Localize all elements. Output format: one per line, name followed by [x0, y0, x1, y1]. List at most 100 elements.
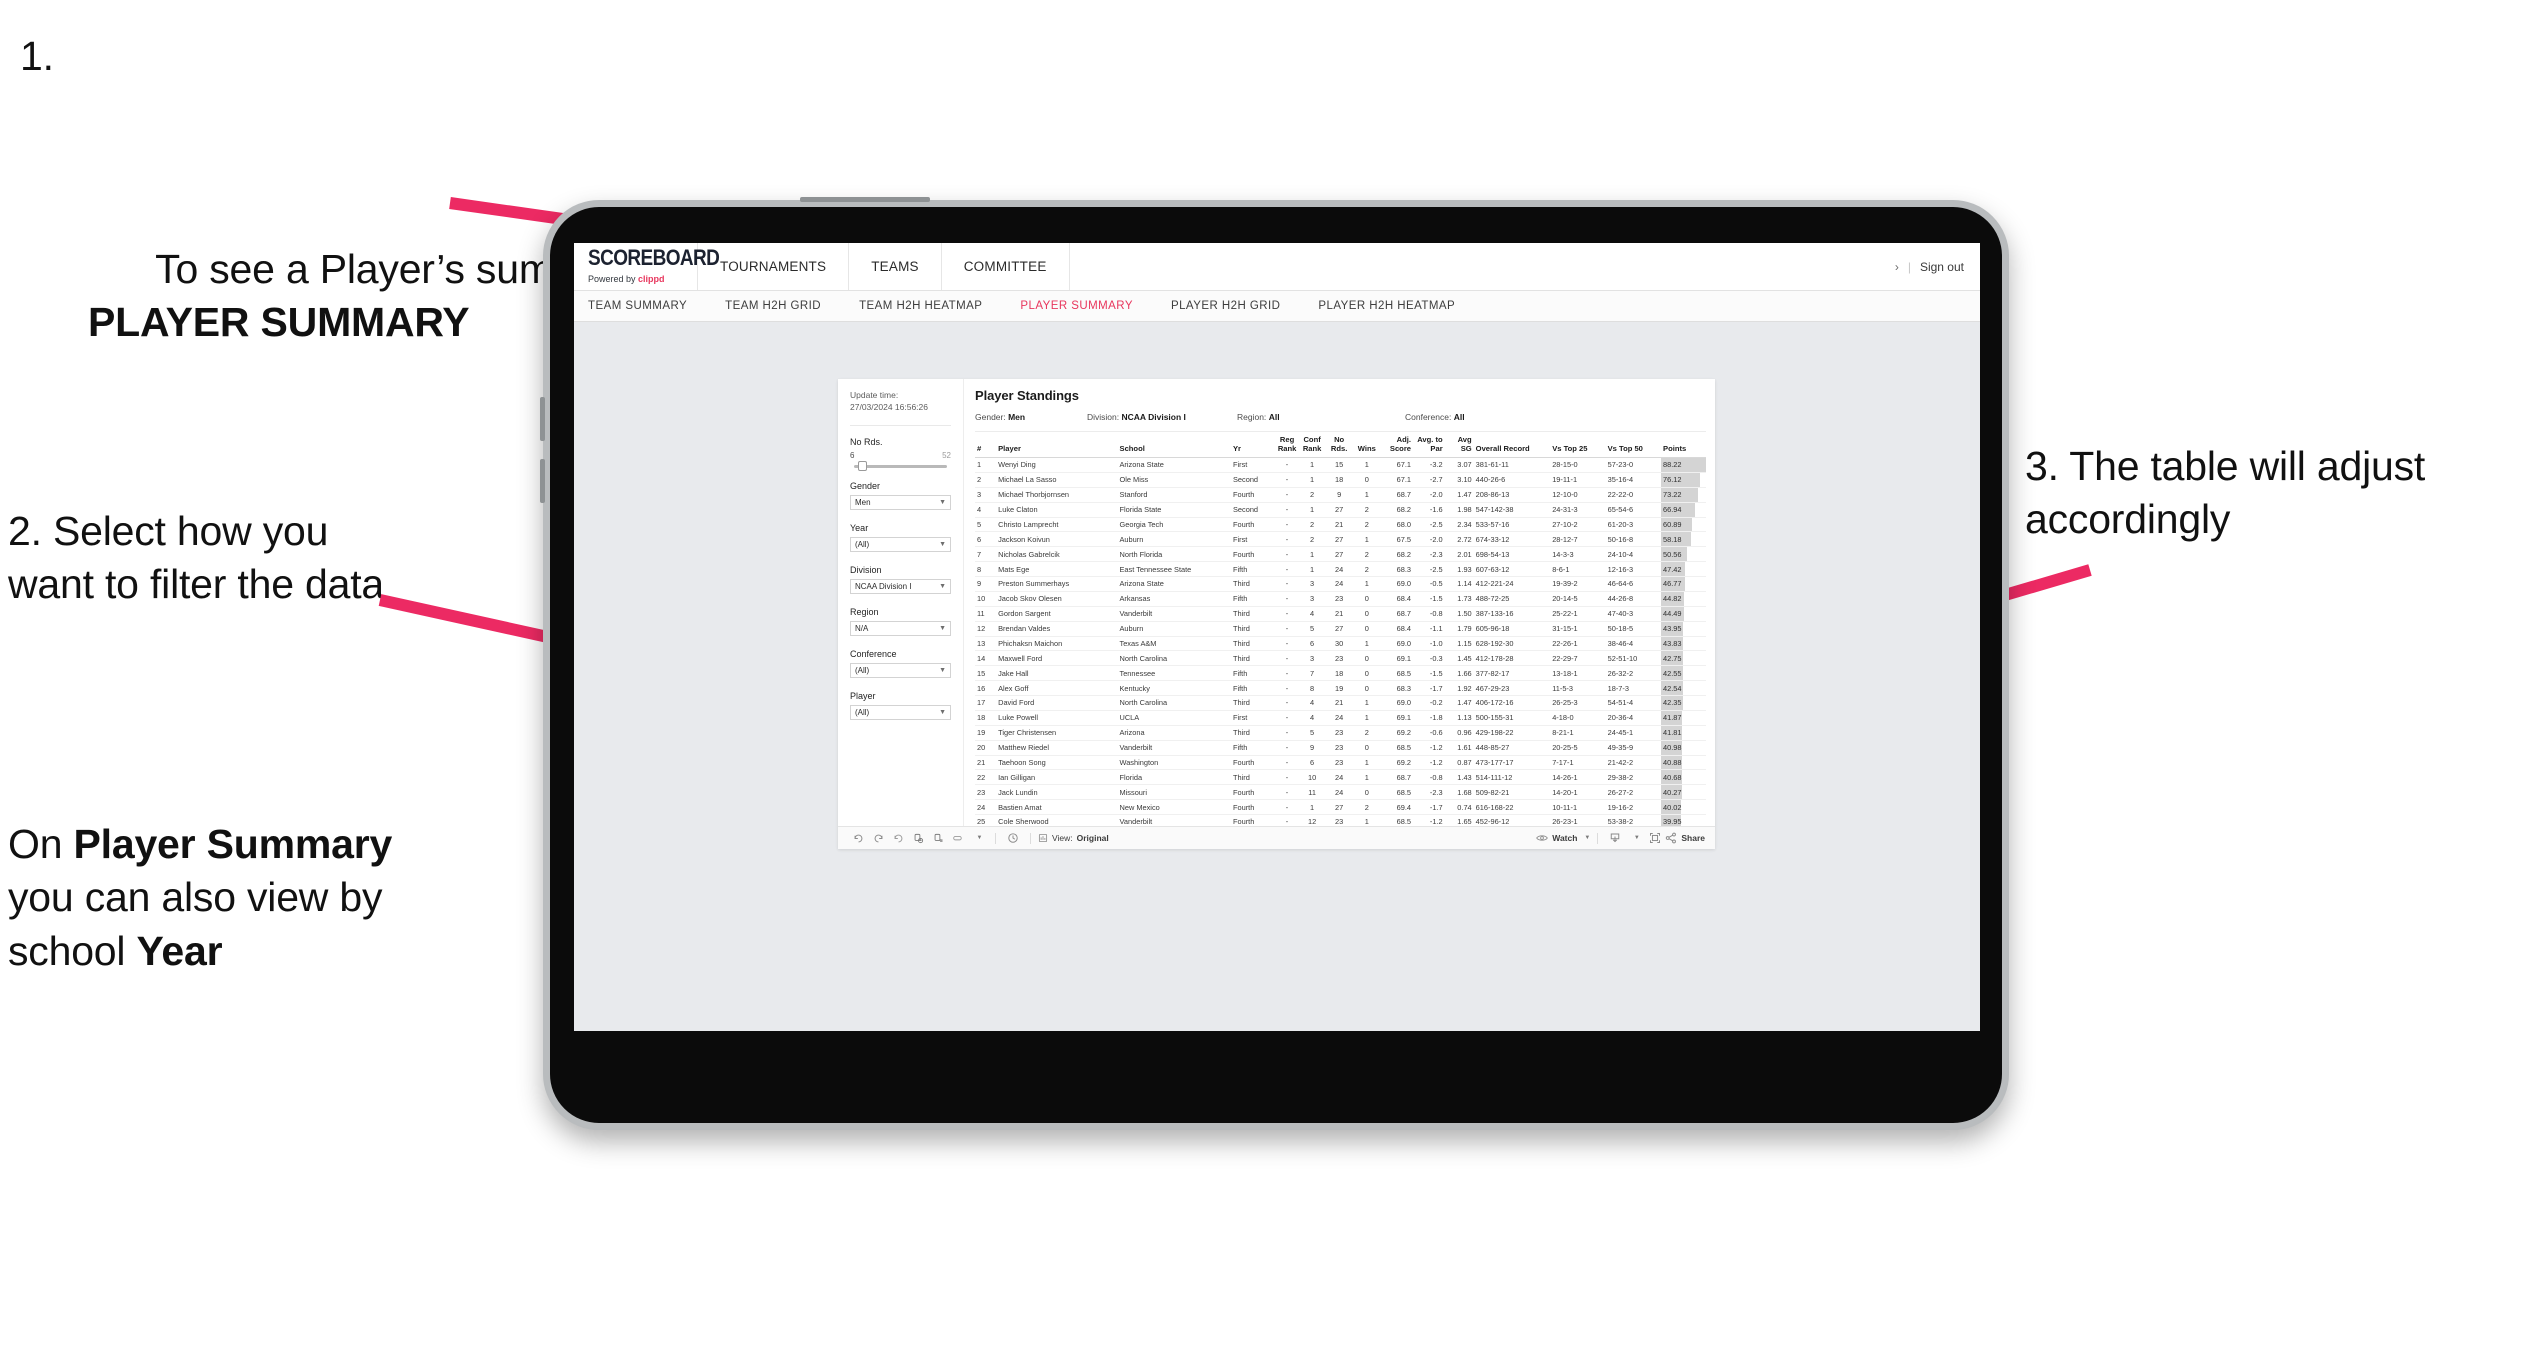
col-player[interactable]: Player: [996, 436, 1118, 458]
share-button[interactable]: Share: [1665, 832, 1705, 844]
col-overall-record[interactable]: Overall Record: [1473, 436, 1551, 458]
col-reg-rank[interactable]: Reg Rank: [1275, 436, 1299, 458]
chevron-down-icon: ▼: [939, 624, 946, 632]
col-year[interactable]: Yr: [1230, 436, 1276, 458]
cell-vs-top-25: 12-10-0: [1550, 487, 1606, 503]
col-wins[interactable]: Wins: [1352, 436, 1382, 458]
download-caret-icon[interactable]: ▼: [1625, 835, 1645, 841]
device-icon[interactable]: [948, 833, 968, 844]
refresh-icon[interactable]: [908, 833, 928, 844]
top-nav-committee[interactable]: COMMITTEE: [942, 243, 1070, 290]
tab-player-h2h-grid[interactable]: PLAYER H2H GRID: [1152, 300, 1299, 312]
cell-avg-sg: 0.96: [1444, 725, 1474, 741]
table-row[interactable]: 13 Phichaksn Maichon Texas A&M Third -6 30 1 69…: [975, 636, 1706, 652]
table-row[interactable]: 21 Taehoon Song Washington Fourth -6 23 1 69.2-…: [975, 755, 1706, 771]
filter-gender-select[interactable]: Men ▼: [850, 494, 951, 510]
cell-conf-rank: 12: [1298, 814, 1326, 826]
tab-team-h2h-grid[interactable]: TEAM H2H GRID: [706, 300, 840, 312]
cell-overall-record: 387-133-16: [1473, 606, 1551, 622]
pause-icon[interactable]: [928, 833, 948, 844]
table-row[interactable]: 10 Jacob Skov Olesen Arkansas Fifth -3 23 0 68.…: [975, 591, 1706, 607]
cell-vs-top-25: 22-29-7: [1550, 650, 1606, 667]
table-row[interactable]: 18 Luke Powell UCLA First -4 24 1 69.1 -1.8 1.13 5…: [975, 710, 1706, 726]
slider-handle[interactable]: [857, 461, 867, 472]
annotation-step-1-number: 1.: [20, 33, 54, 79]
table-row[interactable]: 17 David Ford North Carolina Third -4 21 1 69.0…: [975, 695, 1706, 711]
device-caret-icon[interactable]: ▼: [968, 835, 988, 841]
filter-region-select[interactable]: N/A ▼: [850, 620, 951, 636]
col-avg-to-par[interactable]: Avg. to Par: [1413, 436, 1445, 458]
table-row[interactable]: 23 Jack Lundin Missouri Fourth -11 24 0 68.5 -2.…: [975, 784, 1706, 801]
top-nav-teams[interactable]: TEAMS: [849, 243, 942, 290]
update-time-block: Update time: 27/03/2024 16:56:26: [850, 389, 951, 414]
filter-conference-select[interactable]: (All) ▼: [850, 662, 951, 678]
cell-year: Third: [1230, 650, 1276, 667]
cell-wins: 1: [1352, 487, 1382, 503]
col-vs-top-50[interactable]: Vs Top 50: [1605, 436, 1661, 458]
fullscreen-icon[interactable]: [1645, 832, 1665, 844]
tab-team-summary[interactable]: TEAM SUMMARY: [588, 300, 706, 312]
top-nav-tournaments[interactable]: TOURNAMENTS: [698, 243, 850, 290]
table-row[interactable]: 6 Jackson Koivun Auburn First -2 27 1 67.5 -2.0 2…: [975, 531, 1706, 548]
cell-school: Arizona: [1117, 725, 1231, 741]
col-conf-rank[interactable]: Conf Rank: [1298, 436, 1326, 458]
table-row[interactable]: 19 Tiger Christensen Arizona Third -5 23 2 69.2…: [975, 725, 1706, 741]
standings-table-scroll[interactable]: # Player School Yr Reg Rank Conf Rank No…: [975, 436, 1706, 826]
cell-reg-rank: -: [1275, 799, 1299, 815]
table-row[interactable]: 24 Bastien Amat New Mexico Fourth -1 27 2 69.4-…: [975, 799, 1706, 815]
cell-vs-top-50: 20-36-4: [1605, 710, 1661, 726]
watch-button[interactable]: Watch ▼: [1536, 833, 1590, 843]
col-rank[interactable]: #: [975, 436, 997, 458]
table-row[interactable]: 20 Matthew Riedel Vanderbilt Fifth -9 23 0 68.5…: [975, 740, 1706, 756]
table-row[interactable]: 1 Wenyi Ding Arizona State First -1 15 1 67.1 -3…: [975, 457, 1706, 473]
filter-player-select[interactable]: (All) ▼: [850, 704, 951, 720]
revert-icon[interactable]: [888, 833, 908, 844]
annotation-note-prefix: On: [8, 821, 74, 867]
col-no-rounds[interactable]: No Rds.: [1325, 436, 1353, 458]
table-row[interactable]: 22 Ian Gilligan Florida Third -10 24 1 68.7 -0.8…: [975, 769, 1706, 786]
app-logo[interactable]: SCOREBOARD Powered by clippd: [574, 243, 720, 290]
cell-points: 50.56: [1661, 546, 1706, 563]
table-row[interactable]: 7 Nicholas Gabrelcik North Florida Fourth -1…: [975, 546, 1706, 563]
cell-avg-sg: 3.07: [1444, 457, 1474, 473]
tab-player-summary[interactable]: PLAYER SUMMARY: [1001, 300, 1152, 312]
table-row[interactable]: 14 Maxwell Ford North Carolina Third -3 23 0 69…: [975, 650, 1706, 667]
col-avg-sg[interactable]: Avg SG: [1444, 436, 1474, 458]
filter-year-select[interactable]: (All) ▼: [850, 536, 951, 552]
redo-icon[interactable]: [868, 833, 888, 844]
cell-year: Fifth: [1230, 665, 1276, 682]
table-row[interactable]: 25 Cole Sherwood Vanderbilt Fourth -12 23 1 68.…: [975, 814, 1706, 826]
cell-rank: 25: [975, 814, 997, 826]
table-row[interactable]: 12 Brendan Valdes Auburn Third -5 27 0 68.4 -1.1…: [975, 621, 1706, 637]
table-row[interactable]: 16 Alex Goff Kentucky Fifth -8 19 0 68.3 -1.7 1.9…: [975, 680, 1706, 696]
cell-avg-sg: 3.10: [1444, 472, 1474, 488]
table-row[interactable]: 9 Preston Summerhays Arizona State Third -3 2…: [975, 576, 1706, 592]
table-row[interactable]: 3 Michael Thorbjornsen Stanford Fourth -2 9 1 6…: [975, 487, 1706, 503]
table-row[interactable]: 15 Jake Hall Tennessee Fifth -7 18 0 68.5 -1.5 1.…: [975, 665, 1706, 682]
tab-team-h2h-heatmap[interactable]: TEAM H2H HEATMAP: [840, 300, 1001, 312]
table-row[interactable]: 5 Christo Lamprecht Georgia Tech Fourth -2 21…: [975, 517, 1706, 533]
col-vs-top-25[interactable]: Vs Top 25: [1550, 436, 1606, 458]
table-row[interactable]: 2 Michael La Sasso Ole Miss Second -1 18 0 67.1…: [975, 472, 1706, 488]
cell-reg-rank: -: [1275, 769, 1299, 786]
filter-division-select[interactable]: NCAA Division I ▼: [850, 578, 951, 594]
col-school[interactable]: School: [1117, 436, 1231, 458]
cell-vs-top-50: 19-16-2: [1605, 799, 1661, 815]
col-adj-score[interactable]: Adj. Score: [1381, 436, 1413, 458]
table-row[interactable]: 4 Luke Claton Florida State Second -1 27 2 68.2…: [975, 502, 1706, 518]
cell-avg-sg: 1.65: [1444, 814, 1474, 826]
cell-conf-rank: 1: [1298, 546, 1326, 563]
col-points[interactable]: Points: [1661, 436, 1706, 458]
sign-out-button[interactable]: Sign out: [1920, 260, 1964, 274]
view-original-button[interactable]: View: Original: [1038, 833, 1109, 843]
chevron-right-icon[interactable]: ›: [1895, 260, 1899, 274]
points-value: 88.22: [1663, 460, 1682, 470]
tab-player-h2h-heatmap[interactable]: PLAYER H2H HEATMAP: [1299, 300, 1474, 312]
table-row[interactable]: 8 Mats Ege East Tennessee State Fifth -1 24 2 6…: [975, 561, 1706, 577]
pause-auto-update-icon[interactable]: [1003, 832, 1023, 844]
download-icon[interactable]: [1605, 832, 1625, 844]
cell-wins: 0: [1352, 650, 1382, 667]
undo-icon[interactable]: [848, 833, 868, 844]
table-row[interactable]: 11 Gordon Sargent Vanderbilt Third -4 21 0 68.7…: [975, 606, 1706, 622]
slider-track[interactable]: [854, 461, 947, 472]
